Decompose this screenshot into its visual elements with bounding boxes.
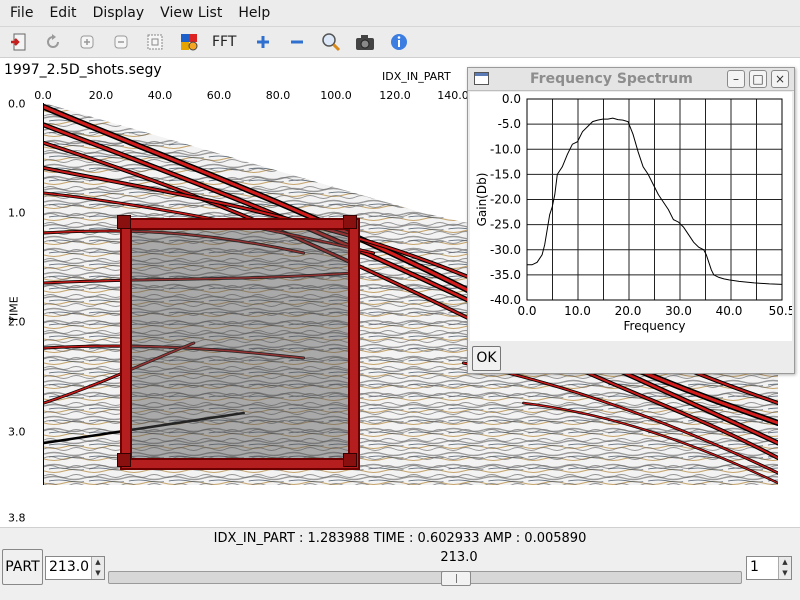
refresh-icon[interactable] — [40, 29, 66, 55]
y-tick-label: -20.0 — [490, 193, 521, 207]
menu-view-list[interactable]: View List — [152, 0, 230, 27]
fft-button[interactable]: FFT — [210, 29, 238, 55]
x-tick-label: 40.0 — [147, 89, 173, 102]
x-axis-label: Frequency — [624, 319, 686, 333]
dialog-title: Frequency Spectrum — [530, 71, 693, 87]
menu-help[interactable]: Help — [230, 0, 278, 27]
selection-handle[interactable] — [117, 453, 131, 467]
y-tick-label: -35.0 — [490, 268, 521, 282]
spin-up-icon[interactable]: ▲ — [779, 557, 791, 568]
maximize-icon[interactable]: □ — [749, 70, 767, 88]
x-tick-label: 20.0 — [88, 89, 114, 102]
frequency-spectrum-dialog: Frequency Spectrum – □ × 0.0 -5.0 -10.0 -15… — [467, 67, 795, 374]
slider-value-label: 213.0 — [440, 550, 478, 565]
spin-arrows[interactable]: ▲ ▼ — [778, 557, 791, 579]
seismic-viewer-window: File Edit Display View List Help FFT 199… — [0, 0, 800, 600]
dialog-title-bar[interactable]: Frequency Spectrum – □ × — [468, 68, 794, 91]
close-icon[interactable]: × — [771, 70, 789, 88]
y-tick-label: -5.0 — [498, 117, 521, 131]
step-spinbox[interactable]: 1 ▲ ▼ — [746, 556, 792, 580]
x-tick-label: 30.0 — [665, 304, 692, 318]
zoom-out-box-icon[interactable] — [108, 29, 134, 55]
menu-bar: File Edit Display View List Help — [0, 0, 800, 27]
exit-icon[interactable] — [6, 29, 32, 55]
y-tick-label: 0.0 — [502, 92, 521, 106]
select-region-icon[interactable] — [142, 29, 168, 55]
x-tick-label: 0.0 — [517, 304, 536, 318]
y-tick-label: 2.0 — [8, 315, 26, 329]
x-tick-label: 80.0 — [265, 89, 291, 102]
spin-down-icon[interactable]: ▼ — [779, 568, 791, 579]
y-tick-label: 0.0 — [8, 97, 26, 111]
x-tick-label: 40.0 — [716, 304, 743, 318]
selection-region[interactable] — [122, 220, 358, 468]
selection-handle[interactable] — [343, 453, 357, 467]
y-tick-label: -30.0 — [490, 243, 521, 257]
x-tick-label: 100.0 — [320, 89, 352, 102]
menu-file[interactable]: File — [2, 0, 41, 27]
slider-thumb[interactable] — [441, 571, 471, 586]
y-axis-label: Gain(Db) — [475, 173, 489, 227]
file-title: 1997_2.5D_shots.segy — [4, 62, 162, 78]
y-tick-label: 3.8 — [8, 511, 26, 525]
selection-handle[interactable] — [343, 215, 357, 229]
menu-edit[interactable]: Edit — [41, 0, 84, 27]
x-tick-label: 60.0 — [206, 89, 232, 102]
y-tick-label: 1.0 — [8, 206, 26, 220]
magnifier-icon[interactable] — [318, 29, 344, 55]
minimize-icon[interactable]: – — [727, 70, 745, 88]
x-axis-name: IDX_IN_PART — [382, 70, 451, 83]
menu-display[interactable]: Display — [85, 0, 153, 27]
info-icon[interactable] — [386, 29, 412, 55]
y-tick-label: -25.0 — [490, 218, 521, 232]
color-palette-icon[interactable] — [176, 29, 202, 55]
spectrum-chart-panel: 0.0 -5.0 -10.0 -15.0 -20.0 -25.0 -30.0 -35.0 -40… — [470, 92, 795, 341]
x-tick-label: 120.0 — [379, 89, 411, 102]
y-tick-label: -10.0 — [490, 142, 521, 156]
camera-icon[interactable] — [352, 29, 378, 55]
x-tick-label: 10.0 — [564, 304, 591, 318]
spin-down-icon[interactable]: ▼ — [92, 568, 104, 579]
zoom-fit-icon[interactable] — [74, 29, 100, 55]
plus-icon[interactable] — [250, 29, 276, 55]
window-icon — [474, 72, 489, 85]
spectrum-chart: 0.0 -5.0 -10.0 -15.0 -20.0 -25.0 -30.0 -35.0 -40… — [475, 92, 795, 333]
minus-icon[interactable] — [284, 29, 310, 55]
y-tick-label: -40.0 — [490, 293, 521, 307]
x-tick-label: 140.0 — [437, 89, 469, 102]
x-tick-label: 0.0 — [34, 89, 52, 102]
selection-handle[interactable] — [117, 215, 131, 229]
part-slider[interactable] — [108, 571, 742, 586]
y-tick-label: -15.0 — [490, 167, 521, 181]
x-tick-label: 50.5 — [769, 304, 792, 318]
x-tick-label: 20.0 — [615, 304, 642, 318]
y-tick-label: 3.0 — [8, 425, 26, 439]
toolbar: FFT — [0, 27, 800, 58]
ok-button[interactable]: OK — [472, 346, 501, 371]
cursor-status-readout: IDX_IN_PART : 1.283988 TIME : 0.602933 A… — [213, 531, 587, 546]
step-value: 1 — [750, 559, 759, 575]
